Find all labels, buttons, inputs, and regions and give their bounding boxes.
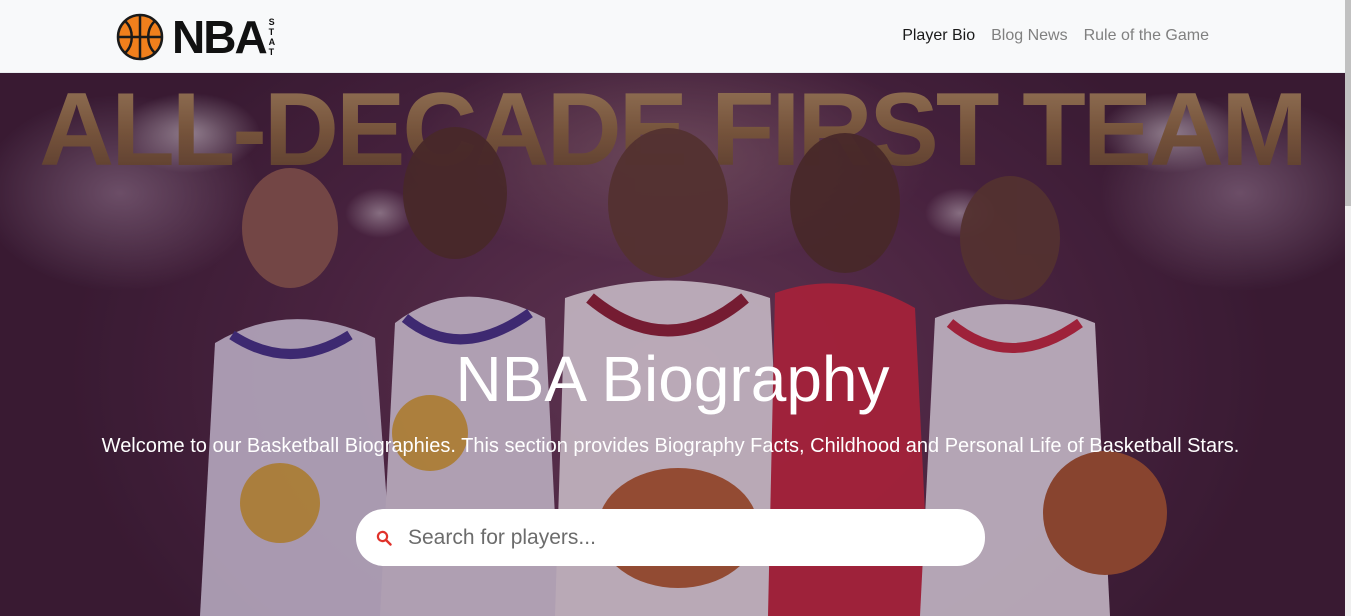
main-nav: Player Bio Blog News Rule of the Game bbox=[894, 26, 1217, 46]
brand-suffix-letter: S bbox=[268, 17, 275, 27]
brand-name: NBA bbox=[172, 11, 268, 63]
hero-section: ALL-DECADE FIRST TEAM NBA Biography Welc… bbox=[0, 73, 1345, 616]
brand-suffix-letter: T bbox=[268, 27, 275, 37]
nav-item-player-bio[interactable]: Player Bio bbox=[894, 26, 983, 46]
brand-suffix: S T A T bbox=[269, 17, 276, 57]
nav-item-rule-of-the-game[interactable]: Rule of the Game bbox=[1076, 26, 1217, 46]
hero-subtitle: Welcome to our Basketball Biographies. T… bbox=[101, 435, 1240, 457]
scrollbar-thumb[interactable] bbox=[1345, 0, 1351, 206]
search-bar[interactable] bbox=[356, 509, 985, 566]
search-input[interactable] bbox=[406, 517, 985, 558]
page-title: NBA Biography bbox=[455, 343, 890, 415]
brand-suffix-letter: A bbox=[268, 37, 276, 47]
brand-logo[interactable]: NBA S T A T bbox=[116, 12, 275, 62]
brand-suffix-letter: T bbox=[268, 47, 275, 57]
basketball-icon bbox=[116, 13, 164, 61]
nav-item-blog-news[interactable]: Blog News bbox=[983, 26, 1075, 46]
navbar: NBA S T A T Player Bio Blog News Rule of… bbox=[0, 0, 1351, 73]
page-scrollbar[interactable] bbox=[1345, 0, 1351, 616]
search-icon bbox=[376, 530, 392, 546]
